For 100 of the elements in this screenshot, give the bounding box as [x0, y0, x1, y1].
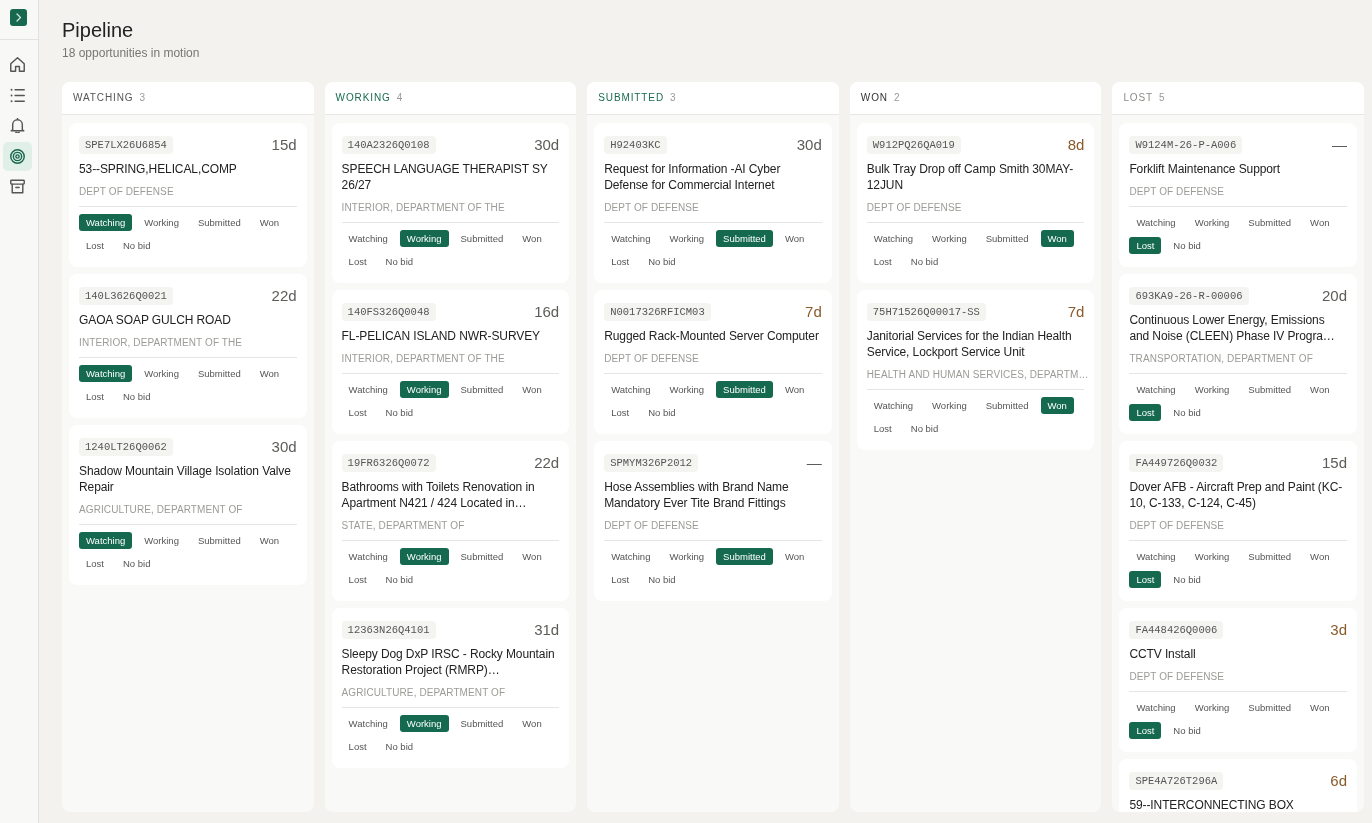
status-button[interactable]: Submitted	[1241, 214, 1299, 231]
status-button[interactable]: No bid	[115, 555, 158, 572]
status-button[interactable]: Working	[1187, 381, 1237, 398]
status-button[interactable]: Submitted	[1241, 548, 1299, 565]
status-button[interactable]: Lost	[341, 253, 374, 270]
status-button[interactable]: Working	[925, 230, 974, 247]
status-button[interactable]: Working	[1187, 699, 1237, 716]
status-button[interactable]: Lost	[341, 571, 374, 588]
opportunity-card[interactable]: FA449726Q0032 15d Dover AFB - Aircraft Prep and Paint (KC-10, C-133, C-124, C-45) DEPT OF DEFENSE Watching Working Submitted Won Lost No bid	[1119, 441, 1357, 601]
status-button[interactable]: Watching	[79, 532, 133, 549]
status-button[interactable]: Lost	[1129, 404, 1162, 421]
status-button[interactable]: Lost	[866, 253, 899, 270]
status-button[interactable]: Lost	[1129, 722, 1162, 739]
status-button[interactable]: Submitted	[190, 532, 248, 549]
status-button[interactable]: Submitted	[1241, 381, 1299, 398]
status-button[interactable]: Lost	[341, 738, 374, 755]
opportunity-card[interactable]: SPE4A726T296A 6d 59--INTERCONNECTING BOX	[1119, 759, 1357, 812]
status-button[interactable]: Lost	[1129, 237, 1162, 254]
opportunity-card[interactable]: 12363N26Q4101 31d Sleepy Dog DxP IRSC - Rocky Mountain Restoration Project (RMRP)… AGRICULTURE, DEPARTMENT OF Watching Working Submitted Won Lost No bid	[331, 608, 570, 768]
status-button[interactable]: Lost	[79, 237, 111, 254]
status-button[interactable]: Submitted	[978, 397, 1036, 414]
status-button[interactable]: Lost	[341, 404, 374, 421]
status-button[interactable]: Submitted	[453, 230, 511, 247]
status-button[interactable]: Working	[137, 214, 186, 231]
status-button[interactable]: No bid	[641, 253, 683, 270]
status-button[interactable]: Lost	[79, 388, 111, 405]
status-button[interactable]: Watching	[341, 548, 395, 565]
status-button[interactable]: No bid	[1166, 571, 1208, 588]
status-button[interactable]: No bid	[1166, 404, 1208, 421]
status-button[interactable]: Won	[1303, 548, 1337, 565]
status-button[interactable]: Watching	[866, 230, 921, 247]
status-button[interactable]: Submitted	[190, 214, 248, 231]
status-button[interactable]: No bid	[641, 404, 683, 421]
status-button[interactable]: Lost	[604, 253, 637, 270]
status-button[interactable]: Submitted	[716, 230, 773, 247]
opportunity-card[interactable]: 140A2326Q0108 30d SPEECH LANGUAGE THERAPIST SY 26/27 INTERIOR, DEPARTMENT OF THE Watching Working Submitted Won Lost No bid	[331, 123, 570, 283]
opportunity-card[interactable]: 140FS326Q0048 16d FL-PELICAN ISLAND NWR-SURVEY INTERIOR, DEPARTMENT OF THE Watching Working Submitted Won Lost No bid	[331, 290, 570, 434]
status-button[interactable]: Submitted	[978, 230, 1036, 247]
status-button[interactable]: Won	[777, 548, 812, 565]
opportunity-card[interactable]: FA448426Q0006 3d CCTV Install DEPT OF DEFENSE Watching Working Submitted Won Lost No bid	[1119, 608, 1357, 752]
status-button[interactable]: Working	[662, 548, 712, 565]
opportunity-card[interactable]: 19FR6326Q0072 22d Bathrooms with Toilets Renovation in Apartment N421 / 424 Located in… STATE, DEPARTMENT OF Watching Working Submitted Won Lost No bid	[331, 441, 570, 601]
status-button[interactable]: Watching	[1129, 214, 1183, 231]
status-button[interactable]: Working	[137, 365, 186, 382]
status-button[interactable]: No bid	[378, 253, 421, 270]
status-button[interactable]: Won	[1303, 699, 1337, 716]
status-button[interactable]: Watching	[79, 214, 133, 231]
chevron-right-icon[interactable]	[10, 9, 27, 26]
status-button[interactable]: Won	[515, 715, 549, 732]
status-button[interactable]: Submitted	[453, 381, 511, 398]
status-button[interactable]: Won	[777, 381, 812, 398]
status-button[interactable]: Won	[252, 214, 287, 231]
status-button[interactable]: Submitted	[1241, 699, 1299, 716]
status-button[interactable]: Watching	[341, 230, 395, 247]
status-button[interactable]: Watching	[604, 548, 658, 565]
status-button[interactable]: Working	[399, 381, 449, 398]
status-button[interactable]: Working	[662, 230, 712, 247]
status-button[interactable]: Won	[515, 381, 549, 398]
status-button[interactable]: Lost	[1129, 571, 1162, 588]
opportunity-card[interactable]: N0017326RFICM03 7d Rugged Rack-Mounted Server Computer DEPT OF DEFENSE Watching Working Submitted Won Lost No bid	[594, 290, 832, 434]
status-button[interactable]: Watching	[866, 397, 921, 414]
status-button[interactable]: No bid	[903, 420, 946, 437]
opportunity-card[interactable]: SPMYM326P2012 — Hose Assemblies with Brand Name Mandatory Ever Tite Brand Fittings DEPT OF DEFENSE Watching Working Submitted Won Lost No bid	[594, 441, 832, 601]
status-button[interactable]: Watching	[604, 381, 658, 398]
status-button[interactable]: Watching	[1129, 699, 1183, 716]
status-button[interactable]: Watching	[79, 365, 133, 382]
status-button[interactable]: Won	[1040, 397, 1074, 414]
status-button[interactable]: Submitted	[716, 548, 773, 565]
status-button[interactable]: Watching	[1129, 381, 1183, 398]
status-button[interactable]: Lost	[604, 571, 637, 588]
status-button[interactable]: No bid	[378, 571, 421, 588]
status-button[interactable]: Working	[1187, 548, 1237, 565]
status-button[interactable]: Watching	[604, 230, 658, 247]
status-button[interactable]: No bid	[641, 571, 683, 588]
status-button[interactable]: Won	[1040, 230, 1074, 247]
status-button[interactable]: Submitted	[453, 548, 511, 565]
status-button[interactable]: No bid	[115, 237, 158, 254]
status-button[interactable]: Won	[252, 532, 287, 549]
opportunity-card[interactable]: SPE7LX26U6854 15d 53--SPRING,HELICAL,COMP DEPT OF DEFENSE Watching Working Submitted Won Lost No bid	[69, 123, 307, 267]
status-button[interactable]: Working	[1187, 214, 1237, 231]
status-button[interactable]: No bid	[378, 738, 421, 755]
status-button[interactable]: Working	[399, 715, 449, 732]
status-button[interactable]: Submitted	[190, 365, 248, 382]
status-button[interactable]: Lost	[604, 404, 637, 421]
opportunity-card[interactable]: 693KA9-26-R-00006 20d Continuous Lower Energy, Emissions and Noise (CLEEN) Phase IV Progra… TRANSPORTATION, DEPARTMENT OF Watching Working Submitted Won Lost No bid	[1119, 274, 1357, 434]
status-button[interactable]: Working	[399, 548, 449, 565]
status-button[interactable]: Won	[1303, 381, 1337, 398]
opportunity-card[interactable]: 75H71526Q00017-SS 7d Janitorial Services for the Indian Health Service, Lockport Service Unit HEALTH AND HUMAN SERVICES, DEPARTM… Watching Working Submitted Won Lost No bid	[856, 290, 1095, 450]
status-button[interactable]: Watching	[1129, 548, 1183, 565]
status-button[interactable]: Lost	[79, 555, 111, 572]
status-button[interactable]: Submitted	[453, 715, 511, 732]
status-button[interactable]: Lost	[866, 420, 899, 437]
opportunity-card[interactable]: W9124M-26-P-A006 — Forklift Maintenance Support DEPT OF DEFENSE Watching Working Submitted Won Lost No bid	[1119, 123, 1357, 267]
status-button[interactable]: No bid	[378, 404, 421, 421]
nav-item[interactable]	[3, 141, 32, 171]
status-button[interactable]: No bid	[115, 388, 158, 405]
status-button[interactable]: Watching	[341, 715, 395, 732]
status-button[interactable]: Working	[399, 230, 449, 247]
status-button[interactable]: Won	[515, 230, 549, 247]
status-button[interactable]: Watching	[341, 381, 395, 398]
